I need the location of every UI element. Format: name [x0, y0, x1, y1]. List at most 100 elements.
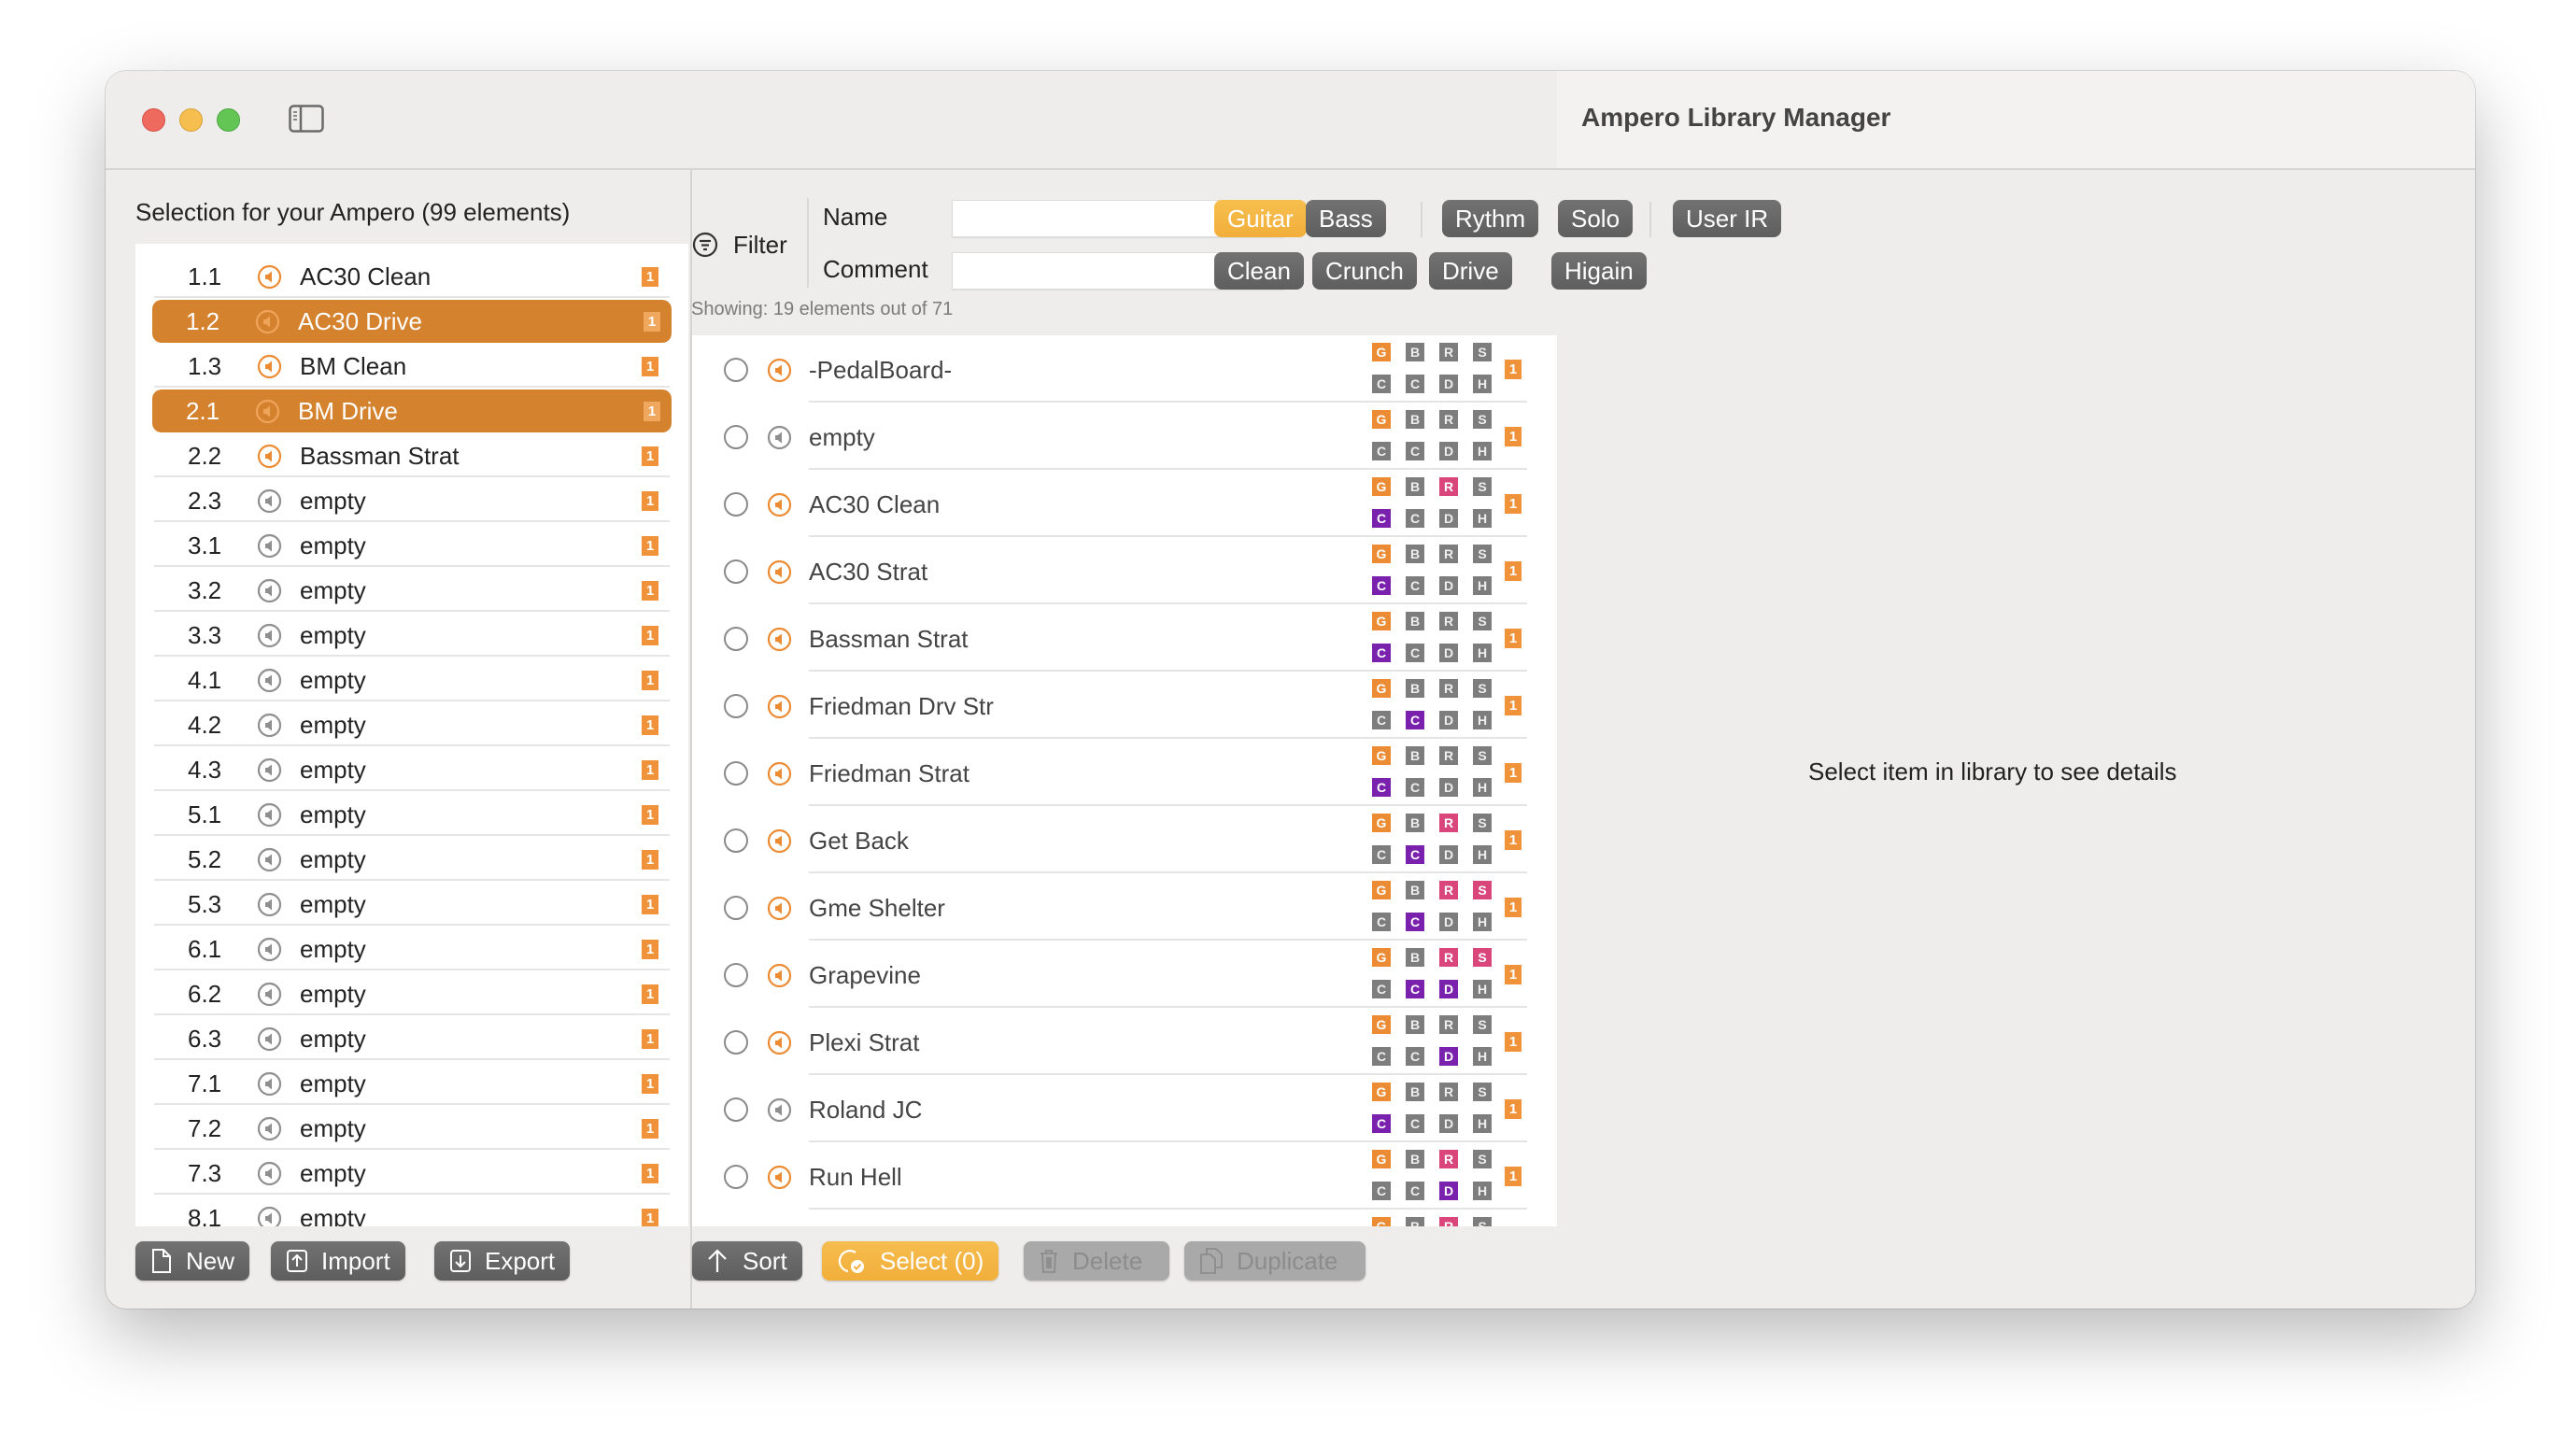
speaker-icon[interactable]: [767, 559, 792, 585]
speaker-icon[interactable]: [257, 1206, 282, 1226]
speaker-icon[interactable]: [767, 425, 792, 450]
speaker-icon[interactable]: [257, 578, 282, 603]
select-radio[interactable]: [724, 425, 748, 449]
speaker-icon[interactable]: [255, 399, 280, 424]
selection-list-item[interactable]: 8.1 empty 1: [154, 1196, 670, 1226]
tag-higain[interactable]: Higain: [1551, 252, 1647, 290]
selection-list-item[interactable]: 7.1 empty 1: [154, 1062, 670, 1105]
selection-list-item[interactable]: 3.2 empty 1: [154, 569, 670, 612]
speaker-icon[interactable]: [257, 1161, 282, 1186]
selection-list-item[interactable]: 1.1 AC30 Clean 1: [154, 255, 670, 298]
speaker-icon[interactable]: [767, 627, 792, 652]
select-radio[interactable]: [724, 559, 748, 584]
selection-list-item[interactable]: 1.3 BM Clean 1: [154, 345, 670, 388]
speaker-icon[interactable]: [257, 847, 282, 872]
select-radio[interactable]: [724, 358, 748, 382]
library-list-item[interactable]: AC30 Strat G B R S C C D H 1: [692, 537, 1557, 604]
speaker-icon[interactable]: [767, 1165, 792, 1190]
selection-list-item[interactable]: 3.3 empty 1: [154, 614, 670, 657]
library-list-item[interactable]: Bassman Strat G B R S C C D H 1: [692, 604, 1557, 672]
library-list-item[interactable]: Get Back G B R S C C D H 1: [692, 806, 1557, 873]
tag-solo[interactable]: Solo: [1558, 200, 1634, 237]
speaker-icon[interactable]: [255, 309, 280, 334]
speaker-icon[interactable]: [767, 896, 792, 921]
selection-list-item[interactable]: 2.1 BM Drive 1: [152, 389, 672, 432]
tag-crunch[interactable]: Crunch: [1312, 252, 1417, 290]
tag-clean[interactable]: Clean: [1214, 252, 1304, 290]
speaker-icon[interactable]: [257, 1071, 282, 1097]
library-list-item[interactable]: empty G B R S C C D H 1: [692, 403, 1557, 470]
close-button[interactable]: [142, 108, 165, 132]
zoom-button[interactable]: [217, 108, 240, 132]
selection-list-item[interactable]: 5.2 empty 1: [154, 838, 670, 881]
library-list-item[interactable]: GBRSCCDH1: [692, 1210, 1557, 1226]
selection-list[interactable]: 1.1 AC30 Clean 1 1.2 AC30 Drive 1 1.3 BM Clean 1…: [135, 244, 688, 1226]
selection-list-item[interactable]: 7.3 empty 1: [154, 1152, 670, 1195]
speaker-icon[interactable]: [257, 757, 282, 783]
speaker-icon[interactable]: [257, 713, 282, 738]
tag-bass[interactable]: Bass: [1306, 200, 1386, 237]
library-list-item[interactable]: Plexi Strat G B R S C C D H 1: [692, 1008, 1557, 1075]
speaker-icon[interactable]: [257, 668, 282, 693]
select-radio[interactable]: [724, 1165, 748, 1189]
select-radio[interactable]: [724, 761, 748, 786]
library-list-item[interactable]: AC30 Clean G B R S C C D H 1: [692, 470, 1557, 537]
library-list[interactable]: -PedalBoard- G B R S C C D H 1 empty G B R S C C D H 1 AC30 …: [692, 335, 1557, 1226]
speaker-icon[interactable]: [257, 533, 282, 559]
speaker-icon[interactable]: [767, 1030, 792, 1055]
library-list-item[interactable]: Roland JC G B R S C C D H 1: [692, 1075, 1557, 1142]
sidebar-toggle-button[interactable]: [289, 105, 324, 133]
import-button[interactable]: Import: [271, 1241, 405, 1281]
speaker-icon[interactable]: [257, 488, 282, 514]
speaker-icon[interactable]: [257, 982, 282, 1007]
selection-list-item[interactable]: 5.3 empty 1: [154, 883, 670, 926]
duplicate-button[interactable]: Duplicate: [1184, 1241, 1366, 1281]
selection-list-item[interactable]: 6.1 empty 1: [154, 927, 670, 970]
speaker-icon[interactable]: [767, 358, 792, 383]
library-list-item[interactable]: Run Hell G B R S C C D H 1: [692, 1142, 1557, 1210]
speaker-icon[interactable]: [767, 761, 792, 786]
selection-list-item[interactable]: 6.2 empty 1: [154, 972, 670, 1015]
library-list-item[interactable]: Grapevine G B R S C C D H 1: [692, 941, 1557, 1008]
speaker-icon[interactable]: [767, 963, 792, 988]
speaker-icon[interactable]: [767, 828, 792, 854]
select-button[interactable]: Select (0): [822, 1241, 999, 1281]
speaker-icon[interactable]: [257, 623, 282, 648]
speaker-icon[interactable]: [257, 1026, 282, 1052]
select-radio[interactable]: [724, 1030, 748, 1055]
selection-list-item[interactable]: 1.2 AC30 Drive 1: [152, 300, 672, 343]
selection-list-item[interactable]: 4.3 empty 1: [154, 748, 670, 791]
speaker-icon[interactable]: [257, 802, 282, 828]
selection-list-item[interactable]: 2.3 empty 1: [154, 479, 670, 522]
tag-drive[interactable]: Drive: [1429, 252, 1512, 290]
library-list-item[interactable]: Friedman Drv Str G B R S C C D H 1: [692, 672, 1557, 739]
selection-list-item[interactable]: 4.2 empty 1: [154, 703, 670, 746]
speaker-icon[interactable]: [257, 354, 282, 379]
selection-list-item[interactable]: 3.1 empty 1: [154, 524, 670, 567]
tag-guitar[interactable]: Guitar: [1214, 200, 1307, 237]
speaker-icon[interactable]: [767, 492, 792, 517]
selection-list-item[interactable]: 5.1 empty 1: [154, 793, 670, 836]
select-radio[interactable]: [724, 896, 748, 920]
select-radio[interactable]: [724, 828, 748, 853]
speaker-icon[interactable]: [257, 892, 282, 917]
selection-list-item[interactable]: 7.2 empty 1: [154, 1107, 670, 1150]
select-radio[interactable]: [724, 627, 748, 651]
select-radio[interactable]: [724, 492, 748, 517]
export-button[interactable]: Export: [434, 1241, 571, 1281]
library-list-item[interactable]: Friedman Strat G B R S C C D H 1: [692, 739, 1557, 806]
select-radio[interactable]: [724, 1097, 748, 1122]
selection-list-item[interactable]: 2.2 Bassman Strat 1: [154, 434, 670, 477]
speaker-icon[interactable]: [257, 937, 282, 962]
tag-rythm[interactable]: Rythm: [1442, 200, 1539, 237]
speaker-icon[interactable]: [767, 694, 792, 719]
library-list-item[interactable]: Gme Shelter G B R S C C D H 1: [692, 873, 1557, 941]
speaker-icon[interactable]: [767, 1097, 792, 1123]
library-list-item[interactable]: -PedalBoard- G B R S C C D H 1: [692, 335, 1557, 403]
speaker-icon[interactable]: [257, 444, 282, 469]
delete-button[interactable]: Delete: [1024, 1241, 1169, 1281]
sort-button[interactable]: Sort: [692, 1241, 802, 1281]
tag-user-ir[interactable]: User IR: [1673, 200, 1782, 237]
speaker-icon[interactable]: [257, 264, 282, 290]
select-radio[interactable]: [724, 694, 748, 718]
